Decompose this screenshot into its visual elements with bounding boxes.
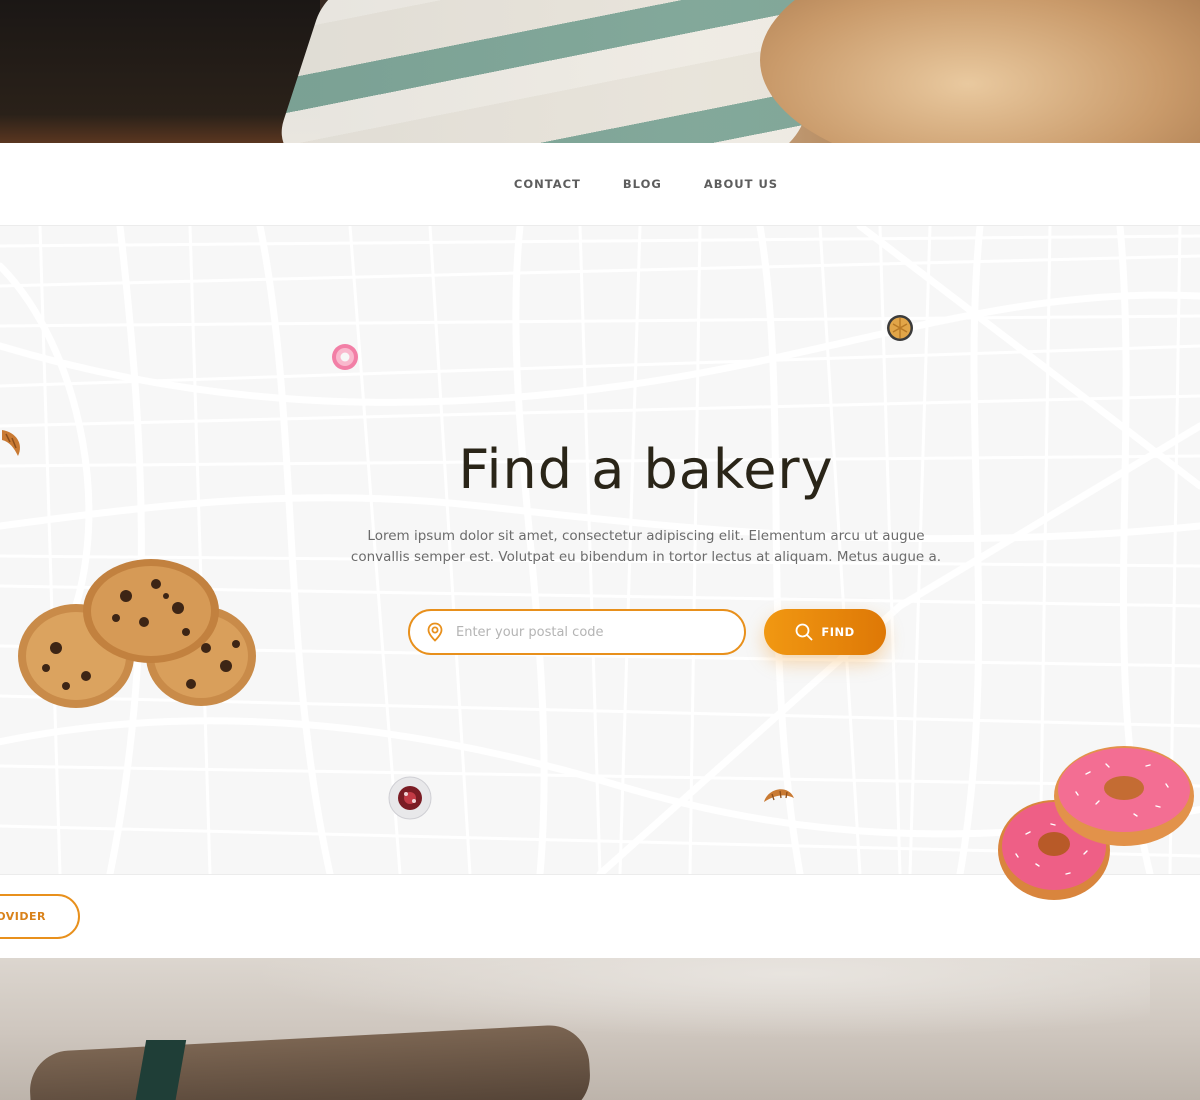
search-icon: [795, 623, 813, 641]
nav-link-blog[interactable]: BLOG: [623, 177, 662, 191]
page-title: Find a bakery: [458, 438, 834, 501]
postal-code-input[interactable]: [456, 624, 726, 640]
find-button-label: FIND: [821, 625, 855, 639]
provider-button-label: OVIDER: [0, 910, 46, 923]
donuts-icon: [998, 746, 1194, 900]
find-button[interactable]: FIND: [764, 609, 886, 655]
nav-links: CONTACT BLOG ABOUT US: [514, 177, 778, 191]
cake-plate-icon: [388, 776, 432, 820]
location-pin-icon: [427, 622, 443, 642]
provider-button[interactable]: OVIDER: [0, 894, 80, 939]
donut-small-icon: [332, 344, 358, 370]
postal-code-search: [408, 609, 746, 655]
nav-link-about-us[interactable]: ABOUT US: [704, 177, 778, 191]
header-photo: [0, 0, 1200, 143]
hero-description: Lorem ipsum dolor sit amet, consectetur …: [350, 528, 942, 565]
footer-photo: [0, 958, 1200, 1100]
cookies-icon: [18, 559, 256, 708]
pie-small-icon: [887, 315, 913, 341]
nav-link-contact[interactable]: CONTACT: [514, 177, 581, 191]
croissant-tiny-icon: [764, 789, 794, 802]
main-nav: CONTACT BLOG ABOUT US: [0, 143, 1200, 226]
